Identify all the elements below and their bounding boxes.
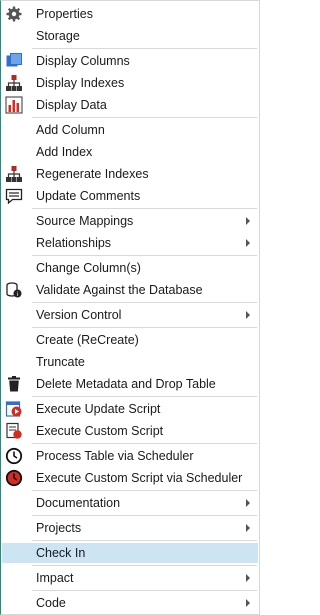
context-menu: Properties Storage Display Columns Displ… — [0, 0, 260, 615]
menu-separator — [32, 327, 257, 328]
menu-item-label: Regenerate Indexes — [36, 167, 149, 181]
menu-item-impact[interactable]: Impact — [2, 568, 258, 588]
menu-item-label: Execute Custom Script — [36, 424, 164, 438]
menu-item-check-in[interactable]: Check In — [2, 543, 258, 563]
hierarchy-icon — [5, 165, 23, 183]
menu-separator — [32, 208, 257, 209]
menu-item-relationships[interactable]: Relationships — [2, 233, 258, 253]
chevron-right-icon — [246, 217, 250, 225]
menu-item-label: Add Index — [36, 145, 93, 159]
menu-item-update-comments[interactable]: Update Comments — [2, 186, 258, 206]
comment-icon — [5, 187, 23, 205]
menu-item-change-columns[interactable]: Change Column(s) — [2, 258, 258, 278]
chevron-right-icon — [246, 599, 250, 607]
menu-item-label: Update Comments — [36, 189, 141, 203]
menu-item-truncate[interactable]: Truncate — [2, 352, 258, 372]
menu-item-label: Source Mappings — [36, 214, 134, 228]
menu-item-projects[interactable]: Projects — [2, 518, 258, 538]
menu-item-code[interactable]: Code — [2, 593, 258, 613]
svg-text:i: i — [17, 292, 18, 298]
menu-item-label: Check In — [36, 546, 86, 560]
menu-separator — [32, 302, 257, 303]
chevron-right-icon — [246, 311, 250, 319]
menu-separator — [32, 540, 257, 541]
menu-item-label: Impact — [36, 571, 74, 585]
menu-item-label: Display Columns — [36, 54, 130, 68]
menu-item-label: Add Column — [36, 123, 105, 137]
menu-item-label: Execute Update Script — [36, 402, 161, 416]
menu-item-label: Storage — [36, 29, 80, 43]
menu-item-label: Truncate — [36, 355, 85, 369]
menu-separator — [32, 48, 257, 49]
menu-separator — [32, 590, 257, 591]
columns-icon — [5, 52, 23, 70]
script-run-icon — [5, 400, 23, 418]
menu-separator — [32, 396, 257, 397]
script-custom-icon — [5, 422, 23, 440]
menu-item-display-indexes[interactable]: Display Indexes — [2, 73, 258, 93]
menu-item-label: Change Column(s) — [36, 261, 141, 275]
clock-red-icon — [5, 469, 23, 487]
menu-item-documentation[interactable]: Documentation — [2, 493, 258, 513]
menu-item-add-column[interactable]: Add Column — [2, 120, 258, 140]
menu-item-create-recreate[interactable]: Create (ReCreate) — [2, 330, 258, 350]
menu-item-execute-update-script[interactable]: Execute Update Script — [2, 399, 258, 419]
menu-item-source-mappings[interactable]: Source Mappings — [2, 211, 258, 231]
menu-item-label: Execute Custom Script via Scheduler — [36, 471, 243, 485]
clock-icon — [5, 447, 23, 465]
menu-item-process-table-via-scheduler[interactable]: Process Table via Scheduler — [2, 446, 258, 466]
menu-item-label: Relationships — [36, 236, 112, 250]
menu-item-label: Code — [36, 596, 66, 610]
menu-separator — [32, 565, 257, 566]
menu-separator — [32, 117, 257, 118]
menu-item-validate-against-database[interactable]: i Validate Against the Database — [2, 280, 258, 300]
trash-icon — [5, 375, 23, 393]
menu-item-version-control[interactable]: Version Control — [2, 305, 258, 325]
menu-item-label: Properties — [36, 7, 93, 21]
menu-item-storage[interactable]: Storage — [2, 26, 258, 46]
menu-separator — [32, 443, 257, 444]
menu-item-execute-custom-script[interactable]: Execute Custom Script — [2, 421, 258, 441]
chevron-right-icon — [246, 574, 250, 582]
chevron-right-icon — [246, 499, 250, 507]
menu-item-display-columns[interactable]: Display Columns — [2, 51, 258, 71]
menu-item-label: Process Table via Scheduler — [36, 449, 194, 463]
menu-item-delete-metadata-drop-table[interactable]: Delete Metadata and Drop Table — [2, 374, 258, 394]
menu-item-label: Version Control — [36, 308, 122, 322]
menu-separator — [32, 490, 257, 491]
menu-item-execute-custom-script-via-scheduler[interactable]: Execute Custom Script via Scheduler — [2, 468, 258, 488]
chevron-right-icon — [246, 524, 250, 532]
menu-separator — [32, 515, 257, 516]
menu-item-label: Display Data — [36, 98, 107, 112]
hierarchy-icon — [5, 74, 23, 92]
menu-item-label: Documentation — [36, 496, 121, 510]
menu-item-label: Delete Metadata and Drop Table — [36, 377, 216, 391]
menu-item-display-data[interactable]: Display Data — [2, 95, 258, 115]
database-check-icon: i — [5, 281, 23, 299]
menu-item-properties[interactable]: Properties — [2, 4, 258, 24]
menu-item-add-index[interactable]: Add Index — [2, 142, 258, 162]
menu-separator — [32, 255, 257, 256]
gear-icon — [5, 5, 23, 23]
menu-item-label: Validate Against the Database — [36, 283, 203, 297]
menu-item-regenerate-indexes[interactable]: Regenerate Indexes — [2, 164, 258, 184]
menu-item-label: Create (ReCreate) — [36, 333, 139, 347]
menu-item-label: Display Indexes — [36, 76, 125, 90]
bar-chart-icon — [5, 96, 23, 114]
chevron-right-icon — [246, 239, 250, 247]
menu-item-label: Projects — [36, 521, 82, 535]
